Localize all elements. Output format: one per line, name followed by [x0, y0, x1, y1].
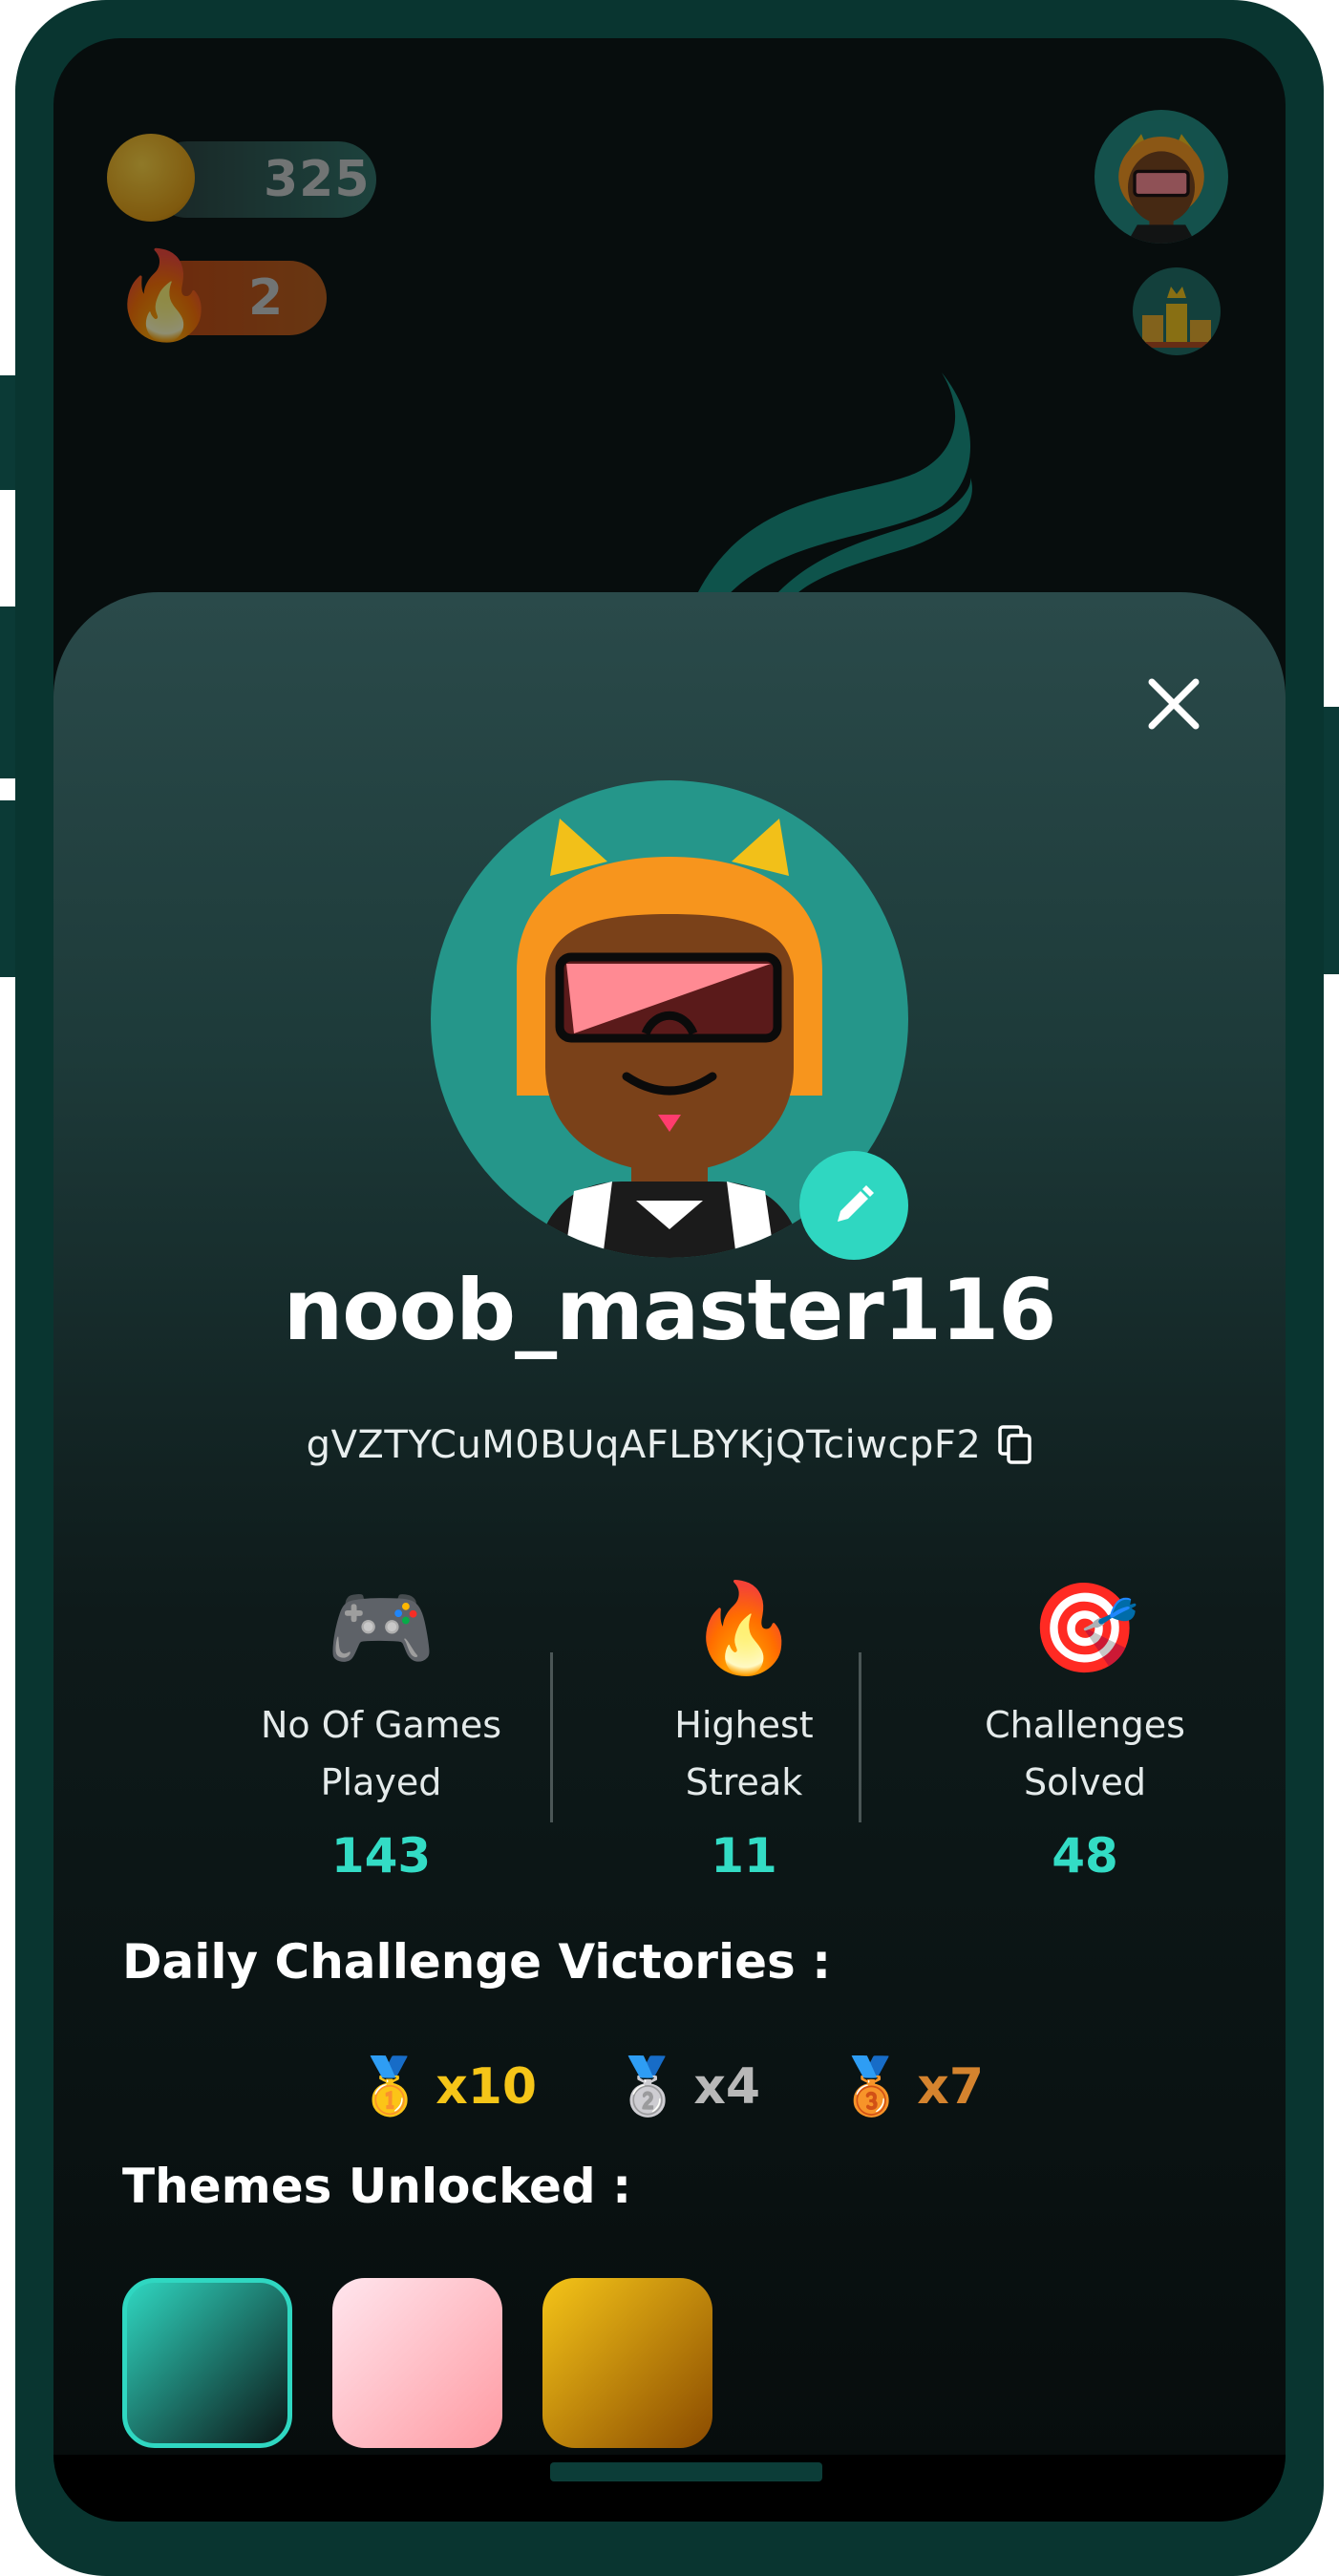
theme-teal[interactable] [122, 2278, 292, 2448]
streak-hud[interactable]: 2 🔥 [53, 229, 340, 363]
coins-count: 325 [264, 151, 371, 208]
stat-label-line1: Challenges [985, 1704, 1185, 1746]
bronze-medal-count: x7 [917, 2057, 985, 2116]
close-icon[interactable] [1140, 671, 1207, 737]
coins-hud[interactable]: 325 [53, 38, 436, 229]
copy-icon[interactable] [998, 1425, 1032, 1465]
gold-medal-icon: 🥇 [354, 2054, 425, 2118]
podium-icon [1138, 287, 1215, 348]
bronze-medal-icon: 🥉 [837, 2054, 906, 2118]
stat-value: 11 [711, 1828, 777, 1884]
gold-medal-count: x10 [436, 2057, 538, 2116]
username: noob_master116 [283, 1261, 1057, 1359]
silver-medal-count: x4 [693, 2057, 761, 2116]
fire-icon: 🔥 [689, 1577, 799, 1679]
stat-challenges-solved: 🎯 Challenges Solved 48 [913, 1576, 1257, 1884]
bronze-medal: 🥉 x7 [837, 2054, 984, 2119]
stat-highest-streak: 🔥 Highest Streak 11 [572, 1576, 916, 1884]
stat-divider [550, 1652, 553, 1822]
screen: 325 2 🔥 noob_master116 gVZTYCuM0BUqAFLBY… [53, 38, 1286, 2522]
stat-value: 48 [1052, 1828, 1118, 1884]
target-icon: 🎯 [1030, 1577, 1140, 1679]
stat-label-line1: No Of Games [260, 1704, 502, 1746]
phone-frame: 325 2 🔥 noob_master116 gVZTYCuM0BUqAFLBY… [15, 0, 1324, 2576]
flame-icon: 🔥 [111, 245, 219, 346]
stat-label-line2: Streak [685, 1761, 803, 1803]
silver-medal-icon: 🥈 [613, 2054, 683, 2118]
edit-avatar-button[interactable] [799, 1151, 908, 1260]
silver-medal: 🥈 x4 [613, 2054, 760, 2119]
streak-count: 2 [248, 269, 285, 327]
avatar-icon [1118, 134, 1204, 244]
themes-title: Themes Unlocked : [122, 2159, 632, 2214]
profile-modal: noob_master116 gVZTYCuM0BUqAFLBYKjQTciwc… [53, 592, 1286, 2455]
theme-gold[interactable] [542, 2278, 712, 2448]
stat-games-played: 🎮 No Of Games Played 143 [209, 1576, 553, 1884]
themes-list [122, 2278, 712, 2448]
stat-value: 143 [330, 1828, 432, 1884]
user-id-row: gVZTYCuM0BUqAFLBYKjQTciwcpF2 [53, 1423, 1286, 1467]
coin-icon [107, 134, 195, 222]
gamepad-icon: 🎮 [326, 1577, 436, 1679]
profile-avatar-button[interactable] [1095, 110, 1228, 244]
user-id: gVZTYCuM0BUqAFLBYKjQTciwcpF2 [306, 1423, 982, 1467]
stat-divider [859, 1652, 861, 1822]
gold-medal: 🥇 x10 [355, 2054, 537, 2119]
stat-label-line1: Highest [674, 1704, 814, 1746]
stat-label-line2: Played [320, 1761, 442, 1803]
home-indicator[interactable] [550, 2462, 822, 2481]
stat-label-line2: Solved [1024, 1761, 1146, 1803]
medal-row: 🥇 x10 🥈 x4 🥉 x7 [53, 2054, 1286, 2119]
pencil-icon [838, 1185, 874, 1222]
logo-swoosh [693, 373, 972, 602]
daily-challenge-title: Daily Challenge Victories : [122, 1934, 832, 1990]
leaderboard-button[interactable] [1133, 267, 1221, 355]
theme-pink[interactable] [332, 2278, 502, 2448]
